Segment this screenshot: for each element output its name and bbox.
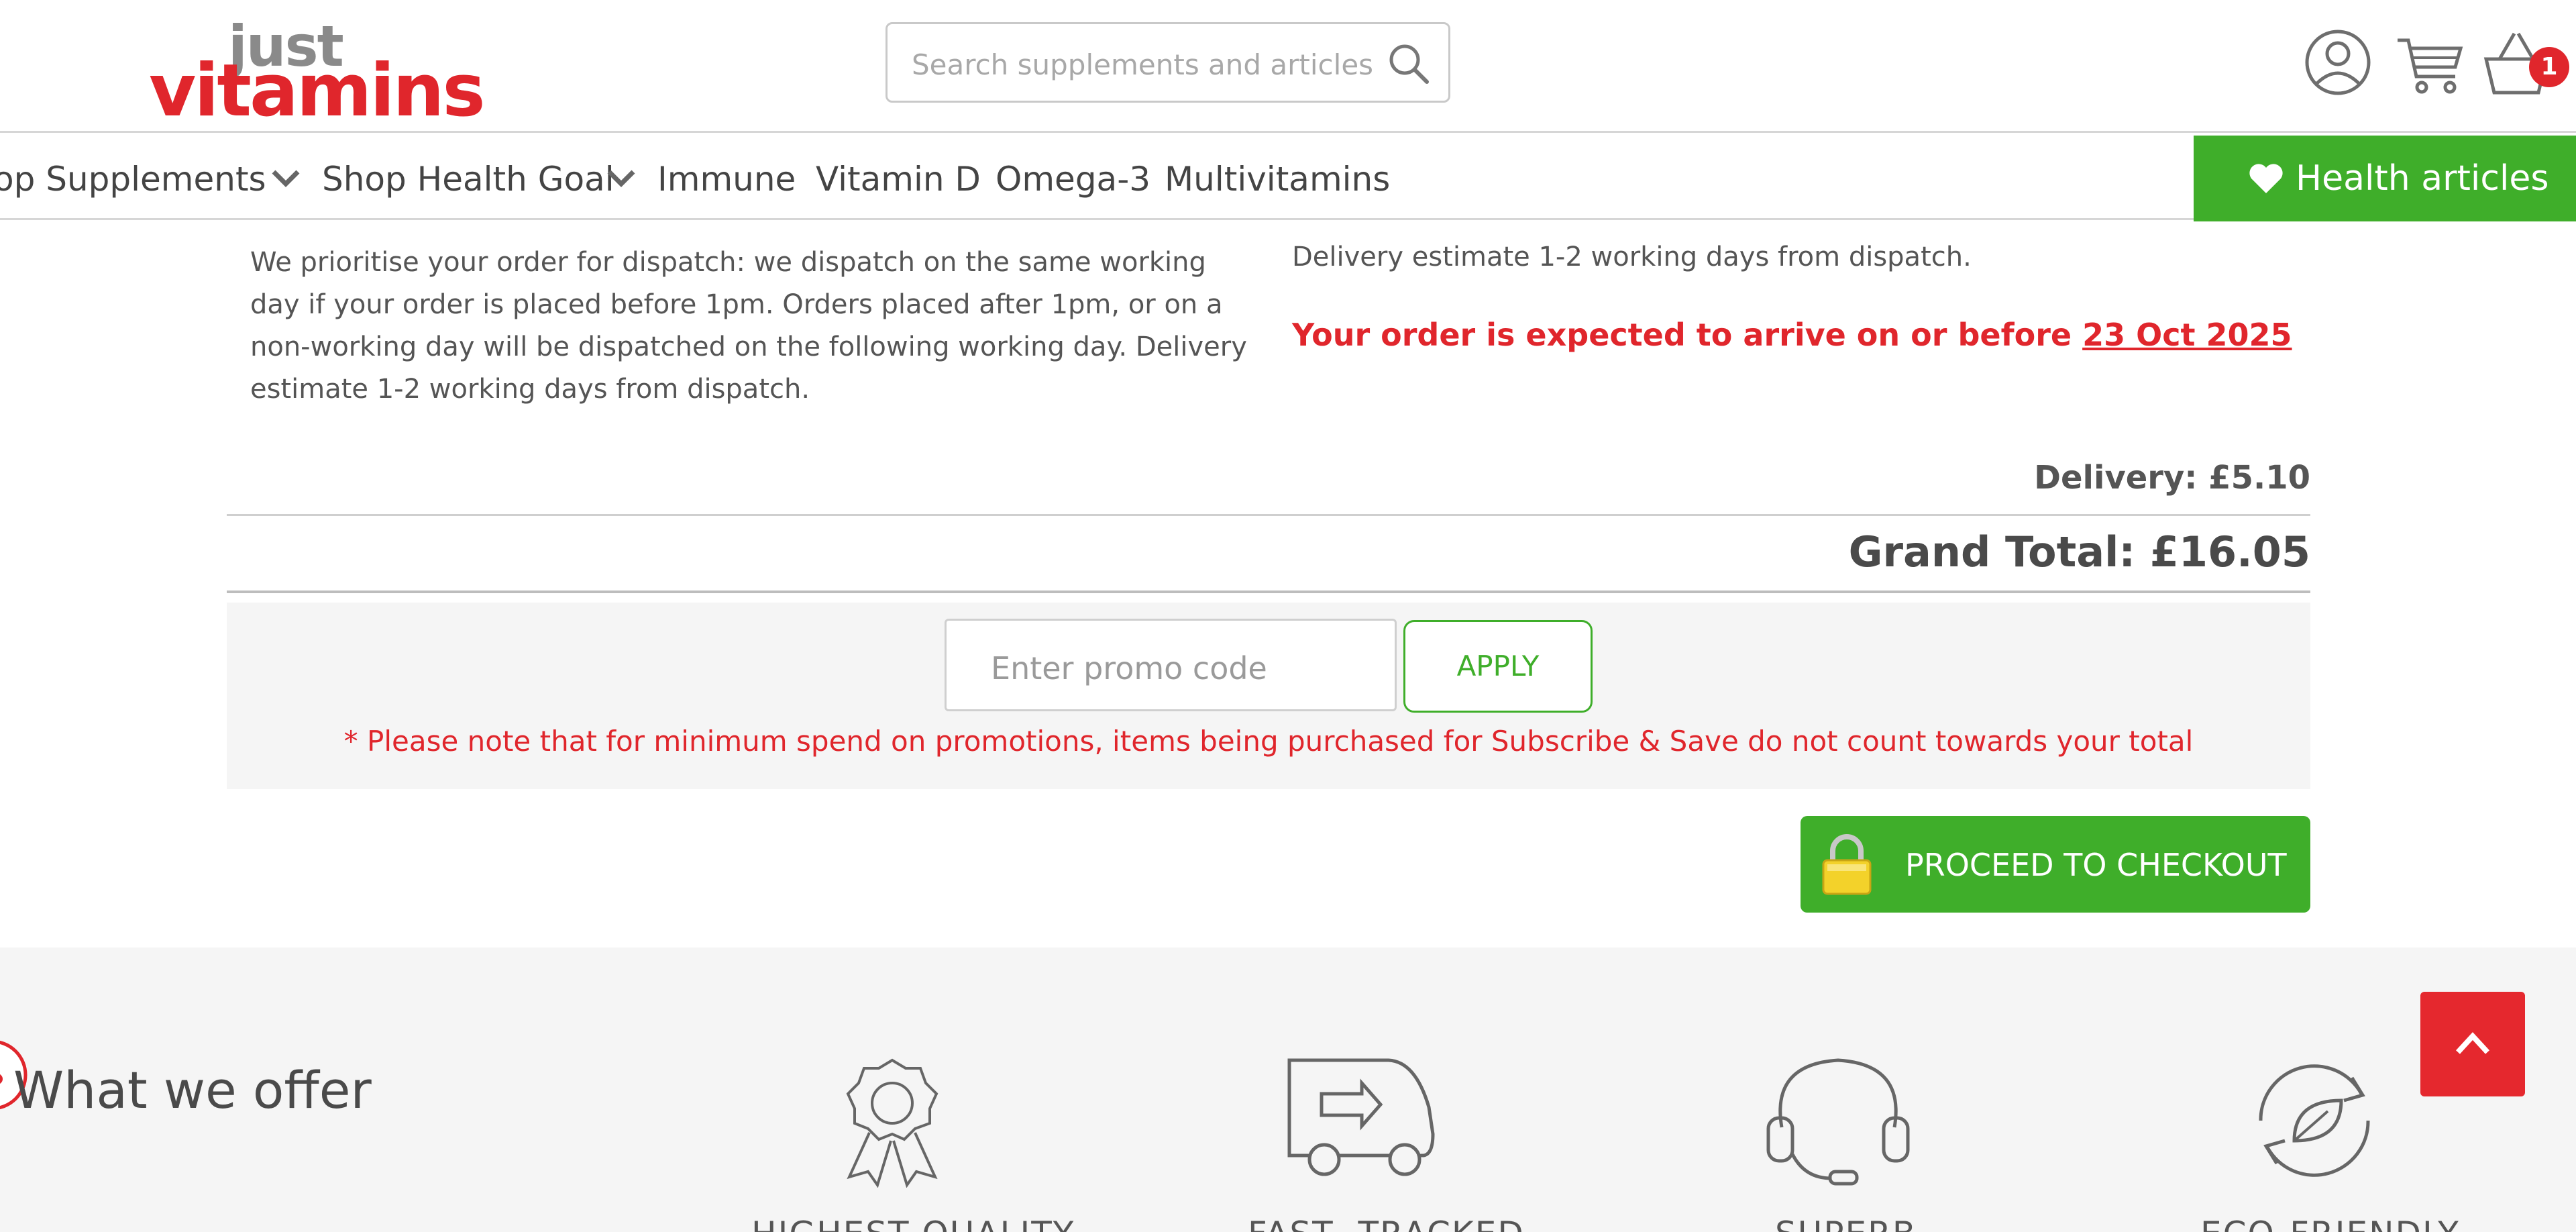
nav-shop-supplements[interactable]: op Supplements (0, 160, 266, 199)
award-ribbon-icon (846, 1058, 938, 1188)
site-header: just vitamins Search supplements and art… (0, 0, 2576, 133)
padlock-icon (1822, 834, 1872, 895)
back-to-top-button[interactable] (2420, 992, 2525, 1096)
just-vitamins-logo[interactable]: just vitamins (149, 16, 486, 127)
checkout-label: PROCEED TO CHECKOUT (1905, 847, 2287, 883)
feature-label: HIGHEST QUALITY (751, 1215, 1075, 1232)
promo-placeholder: Enter promo code (991, 650, 1267, 686)
main-nav: op Supplements Shop Health Goal Immune V… (0, 133, 2576, 220)
arrival-date: 23 Oct 2025 (2082, 317, 2292, 353)
nav-multivitamins[interactable]: Multivitamins (1165, 160, 1390, 199)
what-we-offer-title: What we offer (13, 1060, 372, 1120)
search-icon[interactable] (1385, 40, 1432, 87)
promo-note: * Please note that for minimum spend on … (343, 725, 2194, 758)
delivery-estimate-text: Delivery estimate 1-2 working days from … (1292, 242, 1972, 272)
search-input[interactable]: Search supplements and articles (885, 22, 1450, 103)
divider (227, 591, 2310, 593)
apply-promo-button[interactable]: APPLY (1403, 620, 1593, 713)
chevron-down-icon[interactable] (606, 168, 636, 188)
grand-total: Grand Total: £16.05 (1848, 527, 2310, 576)
eco-leaf-recycle-icon (2259, 1064, 2370, 1177)
delivery-cost: Delivery: £5.10 (2034, 459, 2310, 497)
logo-bottom-text: vitamins (149, 49, 486, 133)
chevron-down-icon[interactable] (271, 168, 301, 188)
feature-label: FAST, TRACKED (1248, 1215, 1525, 1232)
search-placeholder: Search supplements and articles (912, 48, 1374, 81)
nav-shop-health-goal[interactable]: Shop Health Goal (322, 160, 614, 199)
chevron-up-icon (2456, 1032, 2489, 1054)
promo-code-input[interactable]: Enter promo code (945, 619, 1397, 711)
nav-immune[interactable]: Immune (657, 160, 796, 199)
account-icon[interactable] (2301, 25, 2375, 99)
feature-label: SUPERB (1775, 1215, 1917, 1232)
arrival-prefix: Your order is expected to arrive on or b… (1292, 317, 2083, 353)
feature-label: ECO-FRIENDLY (2200, 1215, 2460, 1232)
cart-icon[interactable] (2394, 25, 2467, 99)
nav-vitamin-d[interactable]: Vitamin D (816, 160, 981, 199)
proceed-to-checkout-button[interactable]: PROCEED TO CHECKOUT (1801, 816, 2310, 913)
headset-support-icon (1766, 1058, 1910, 1186)
basket-count-badge: 1 (2529, 47, 2569, 87)
health-articles-button[interactable]: Health articles (2194, 136, 2576, 221)
nav-omega-3[interactable]: Omega-3 (996, 160, 1150, 199)
dispatch-info-text: We prioritise your order for dispatch: w… (250, 247, 1247, 405)
delivery-van-icon (1287, 1058, 1435, 1176)
divider (227, 514, 2310, 516)
expected-arrival-text: Your order is expected to arrive on or b… (1292, 317, 2292, 353)
health-articles-label: Health articles (2296, 158, 2549, 199)
heart-icon (2249, 164, 2283, 193)
